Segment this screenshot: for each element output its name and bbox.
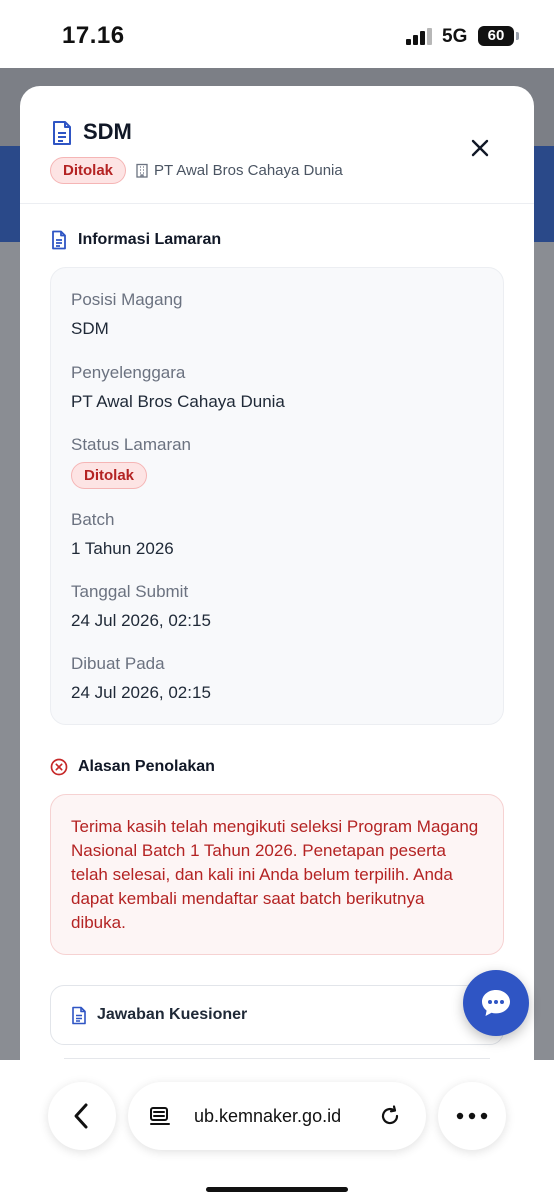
more-button[interactable] <box>438 1082 506 1150</box>
document-icon <box>72 1006 86 1024</box>
back-arrow-icon <box>74 1103 88 1129</box>
url-text: ub.kemnaker.go.id <box>194 1105 342 1126</box>
rejection-section-title: Alasan Penolakan <box>78 758 215 775</box>
status-badge: Ditolak <box>50 157 127 184</box>
chat-button[interactable] <box>463 970 529 1036</box>
field-value: PT Awal Bros Cahaya Dunia <box>71 392 285 411</box>
modal-header: SDM Ditolak PT Awal Bros Cahaya Dunia <box>20 86 534 204</box>
battery-tip <box>516 32 519 40</box>
rejection-section-heading: Alasan Penolakan <box>50 757 215 777</box>
reload-icon[interactable] <box>378 1104 402 1128</box>
info-card: Posisi Magang SDM Penyelenggara PT Awal … <box>50 267 504 725</box>
field-label: Penyelenggara <box>71 363 186 382</box>
browser-toolbar: ub.kemnaker.go.id <box>0 1060 554 1199</box>
rejection-reason-text: Terima kasih telah mengikuti seleksi Pro… <box>71 817 479 932</box>
field-label: Status Lamaran <box>71 435 192 454</box>
battery-icon: 60 <box>478 26 514 46</box>
tabs-icon <box>150 1107 170 1125</box>
field-value: 1 Tahun 2026 <box>71 539 174 558</box>
building-icon <box>136 163 148 178</box>
questionnaire-button[interactable]: Jawaban Kuesioner <box>50 985 504 1045</box>
field-value: SDM <box>71 319 109 338</box>
field-label: Tanggal Submit <box>71 582 189 601</box>
home-indicator <box>206 1187 348 1192</box>
address-bar[interactable]: ub.kemnaker.go.id <box>128 1082 426 1150</box>
field-value: 24 Jul 2026, 02:15 <box>71 683 211 702</box>
document-icon <box>52 230 66 250</box>
divider <box>64 1058 490 1059</box>
info-section-heading: Informasi Lamaran <box>50 230 221 250</box>
field-label: Dibuat Pada <box>71 654 165 673</box>
x-circle-icon <box>50 758 68 776</box>
organizer-row: PT Awal Bros Cahaya Dunia <box>135 162 343 179</box>
status-badge: Ditolak <box>71 462 148 489</box>
close-icon[interactable] <box>466 134 494 162</box>
organizer-name: PT Awal Bros Cahaya Dunia <box>154 162 343 179</box>
document-icon <box>53 121 71 145</box>
status-time: 17.16 <box>62 22 125 49</box>
application-detail-modal: SDM Ditolak PT Awal Bros Cahaya Dunia In… <box>20 86 534 1096</box>
signal-icon <box>406 28 434 45</box>
modal-title: SDM <box>83 119 132 144</box>
field-value: 24 Jul 2026, 02:15 <box>71 611 211 630</box>
network-label: 5G <box>442 26 468 47</box>
status-bar: 17.16 5G 60 <box>0 0 554 68</box>
field-label: Batch <box>71 510 115 529</box>
chat-icon <box>482 990 510 1016</box>
rejection-reason-card: Terima kasih telah mengikuti seleksi Pro… <box>50 794 504 955</box>
field-label: Posisi Magang <box>71 290 183 309</box>
more-icon <box>456 1112 488 1120</box>
back-button[interactable] <box>48 1082 116 1150</box>
info-section-title: Informasi Lamaran <box>78 231 222 248</box>
questionnaire-label: Jawaban Kuesioner <box>97 1006 248 1023</box>
